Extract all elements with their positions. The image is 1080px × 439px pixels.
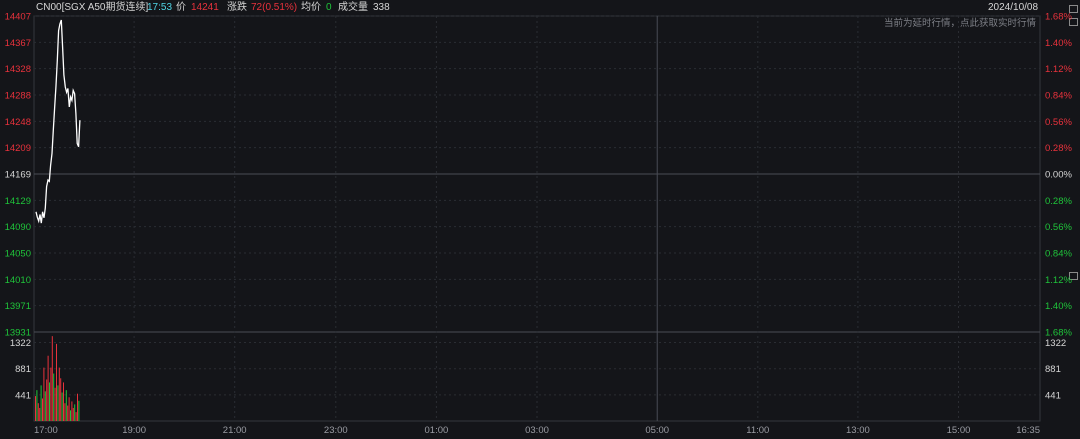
intraday-chart[interactable]: 14407 1.68% 14367 1.40% 14328 1.12% 14288 0.84%…	[0, 0, 1080, 439]
y-tick-left: 14129	[5, 196, 31, 207]
volume-bar	[60, 378, 62, 421]
y-tick-right: 0.84%	[1045, 249, 1072, 260]
y-tick-right: 1.40%	[1045, 301, 1072, 312]
y-tick-left: 14407	[5, 12, 31, 23]
y-tick-right: 1.12%	[1045, 275, 1072, 286]
volume-bar	[39, 407, 41, 421]
x-tick: 01:00	[425, 425, 449, 436]
volume-bar	[53, 373, 55, 421]
volume-bar	[36, 390, 38, 421]
volume-bar	[61, 392, 63, 421]
y-tick-right: 1.68%	[1045, 328, 1072, 339]
y-tick-left: 14010	[5, 275, 31, 286]
volume-bar	[43, 367, 45, 421]
y-tick-left: 14328	[5, 64, 31, 75]
price-line	[35, 19, 81, 224]
volume-bar	[70, 410, 71, 421]
volume-bar	[67, 405, 69, 421]
volume-tick-left: 1322	[10, 338, 31, 349]
y-tick-right: 0.56%	[1045, 222, 1072, 233]
x-tick: 15:00	[947, 425, 971, 436]
y-tick-right: 0.28%	[1045, 196, 1072, 207]
y-tick-left: 13931	[5, 328, 31, 339]
y-tick-left: 14288	[5, 91, 31, 102]
volume-bar	[56, 343, 57, 421]
x-tick: 03:00	[525, 425, 549, 436]
volume-bar	[78, 400, 80, 421]
y-tick-left: 14367	[5, 38, 31, 49]
volume-bar	[40, 385, 42, 421]
volume-bar	[42, 398, 43, 421]
volume-bar	[74, 404, 76, 421]
volume-bar	[57, 385, 59, 421]
volume-bar	[75, 412, 77, 421]
y-tick-left: 13971	[5, 301, 31, 312]
volume-bar	[35, 396, 36, 421]
y-tick-right: 1.68%	[1045, 12, 1072, 23]
y-tick-right: 0.56%	[1045, 117, 1072, 128]
x-tick: 16:35	[1016, 425, 1040, 436]
volume-tick-left: 441	[15, 390, 31, 401]
volume-bar	[46, 379, 48, 421]
y-tick-left: 14169	[5, 170, 31, 181]
volume-bar	[68, 397, 70, 421]
volume-bar	[72, 407, 74, 421]
volume-bar	[58, 367, 60, 421]
y-tick-left: 14248	[5, 117, 31, 128]
x-tick: 11:00	[746, 425, 769, 436]
y-tick-left: 14050	[5, 249, 31, 260]
volume-bar	[50, 367, 52, 421]
y-tick-right: 1.40%	[1045, 38, 1072, 49]
x-tick: 19:00	[122, 425, 146, 436]
y-tick-right: 0.28%	[1045, 143, 1072, 154]
volume-tick-left: 881	[15, 364, 31, 375]
volume-tick-right: 881	[1045, 364, 1061, 375]
y-tick-right: 0.00%	[1045, 170, 1072, 181]
y-tick-left: 14209	[5, 143, 31, 154]
volume-tick-right: 1322	[1045, 338, 1066, 349]
y-tick-right: 1.12%	[1045, 64, 1072, 75]
volume-bar	[49, 382, 50, 421]
volume-bar	[37, 403, 39, 421]
volume-bar	[71, 401, 73, 421]
y-tick-right: 0.84%	[1045, 91, 1072, 102]
volume-bar	[65, 390, 67, 421]
x-tick: 23:00	[324, 425, 348, 436]
x-tick: 21:00	[223, 425, 247, 436]
y-tick-left: 14090	[5, 222, 31, 233]
volume-bar	[63, 382, 64, 421]
volume-bar	[44, 391, 46, 421]
volume-bar	[54, 387, 56, 421]
x-tick: 05:00	[645, 425, 669, 436]
volume-bar	[51, 336, 53, 421]
volume-bar	[77, 393, 78, 421]
x-tick: 17:00	[34, 425, 58, 436]
x-tick: 13:00	[846, 425, 870, 436]
volume-bar	[47, 355, 49, 421]
volume-tick-right: 441	[1045, 390, 1061, 401]
volume-bar	[64, 403, 66, 421]
